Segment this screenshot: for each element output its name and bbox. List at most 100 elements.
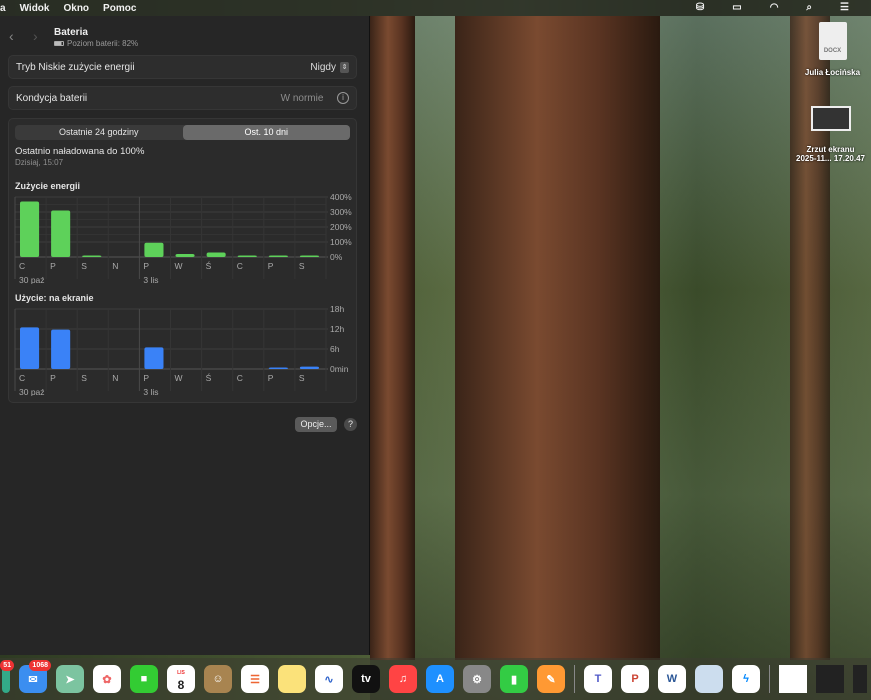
x-tick-label: W [175,261,183,271]
bar-P [144,347,164,369]
bar-P [51,329,71,369]
low-power-label: Tryb Niskie zużycie energii [16,61,135,73]
bar-W [175,254,195,257]
menu-item[interactable]: a [0,3,6,14]
facetime-icon[interactable]: ■ [130,665,158,693]
document-icon: DOCX [818,22,847,60]
low-power-select[interactable]: Nigdy ⇕ [310,61,349,73]
contacts-icon[interactable]: ☺ [204,665,232,693]
preview-icon[interactable] [695,665,723,693]
wifi-icon[interactable]: ◠ [770,2,779,13]
last-charged-title: Ostatnio naładowana do 100% [15,146,145,157]
teams-icon[interactable]: T [584,665,612,693]
battery-settings-window: ‹ › Bateria Poziom baterii: 82% Tryb Nis… [0,16,370,655]
wallpaper-tree [370,16,415,660]
bar-P [51,210,71,257]
teams-status-icon[interactable]: ⛁ [696,2,704,13]
photos-icon[interactable]: ✿ [93,665,121,693]
screen-usage-chart: 18h 12h 6h 0min C P S N P W Ś C P S 30 paź 3 lis [14,304,349,396]
notes-icon[interactable] [278,665,306,693]
powerpoint-icon[interactable]: P [621,665,649,693]
freeform-icon[interactable]: ∿ [315,665,343,693]
forward-button[interactable]: › [33,28,38,44]
tab-last-10-days[interactable]: Ost. 10 dni [182,125,350,140]
x-tick-label: P [50,261,56,271]
period-segmented-control: Ostatnie 24 godziny Ost. 10 dni [15,125,350,140]
file-date: 2025-11... 17.20.47 [796,154,865,163]
x-tick-label: Ś [206,372,212,383]
y-tick-label: 0min [330,364,349,374]
recent-window-thumbnail[interactable] [853,665,867,693]
options-button[interactable]: Opcje... [295,417,337,432]
apple-tv-icon[interactable]: tv [352,665,380,693]
y-tick-label: 12h [330,324,344,334]
usage-history-box: Ostatnie 24 godziny Ost. 10 dni Ostatnio… [8,118,357,403]
bar-P [144,242,164,257]
date-label: 3 lis [143,275,158,284]
x-tick-label: S [81,373,87,383]
mail-icon[interactable]: ✉ 1068 [19,660,51,693]
battery-icon [54,41,64,46]
numbers-icon[interactable]: ▮ [500,665,528,693]
maps-icon[interactable]: ➤ [56,665,84,693]
recent-window-thumbnail[interactable] [816,665,844,693]
system-settings-icon[interactable]: ⚙ [463,665,491,693]
help-button[interactable]: ? [344,418,357,431]
x-tick-label: C [237,373,243,383]
bar-S [82,255,102,257]
low-power-value: Nigdy [310,61,336,73]
tv-label: tv [361,673,371,685]
info-icon[interactable]: i [337,92,349,104]
y-tick-label: 18h [330,304,344,314]
search-icon[interactable]: ⌕ [806,2,812,13]
battery-level: Poziom baterii: 82% [67,39,139,48]
desktop-file-docx[interactable]: DOCX Julia Łocińska [795,22,870,77]
bar-Ś [206,252,226,257]
x-tick-label: Ś [206,260,212,271]
bar-P [268,255,288,257]
back-button[interactable]: ‹ [9,28,14,44]
x-tick-label: P [143,373,149,383]
control-center-icon[interactable]: ☰ [840,2,849,13]
x-tick-label: S [299,261,305,271]
file-name: Zrzut ekranu [806,145,855,154]
x-tick-label: N [112,261,118,271]
menu-item-pomoc[interactable]: Pomoc [103,3,136,14]
battery-health-label: Kondycja baterii [16,92,88,104]
x-tick-label: N [112,373,118,383]
music-icon[interactable]: ♫ [389,665,417,693]
screenshot-thumbnail [810,106,851,131]
x-tick-label: P [50,373,56,383]
messenger-icon[interactable]: ϟ [732,665,760,693]
dock-app-icon[interactable]: 51 [0,660,14,693]
menu-item-okno[interactable]: Okno [63,3,89,14]
y-tick-label: 6h [330,344,340,354]
word-icon[interactable]: W [658,665,686,693]
x-tick-label: W [175,373,183,383]
energy-usage-chart: 400% 300% 200% 100% 0% C P S N P W Ś C P S 30 paź 3 lis [14,192,352,284]
y-tick-label: 100% [330,237,352,247]
tab-last-24-hours[interactable]: Ostatnie 24 godziny [15,125,183,140]
wallpaper-tree [455,16,660,660]
x-tick-label: P [143,261,149,271]
y-tick-label: 400% [330,192,352,202]
x-tick-label: C [19,373,25,383]
reminders-icon[interactable]: ☰ [241,665,269,693]
battery-icon[interactable]: ▭ [732,2,741,13]
x-tick-label: C [237,261,243,271]
x-tick-label: P [268,261,274,271]
menu-item-widok[interactable]: Widok [20,3,50,14]
date-label: 3 lis [143,387,158,396]
last-charged-time: Dzisiaj, 15:07 [15,158,64,167]
app-store-icon[interactable]: A [426,665,454,693]
recent-window-thumbnail[interactable] [779,665,807,693]
pages-icon[interactable]: ✎ [537,665,565,693]
calendar-icon[interactable]: LIS 8 [167,665,195,693]
dock-separator [574,665,575,693]
bar-S [299,255,319,257]
battery-health-value: W normie [280,92,324,104]
desktop-file-screenshot[interactable]: Zrzut ekranu 2025-11... 17.20.47 [790,106,871,163]
chevron-updown-icon: ⇕ [340,61,349,73]
dock-separator [769,665,770,693]
x-tick-label: C [19,261,25,271]
